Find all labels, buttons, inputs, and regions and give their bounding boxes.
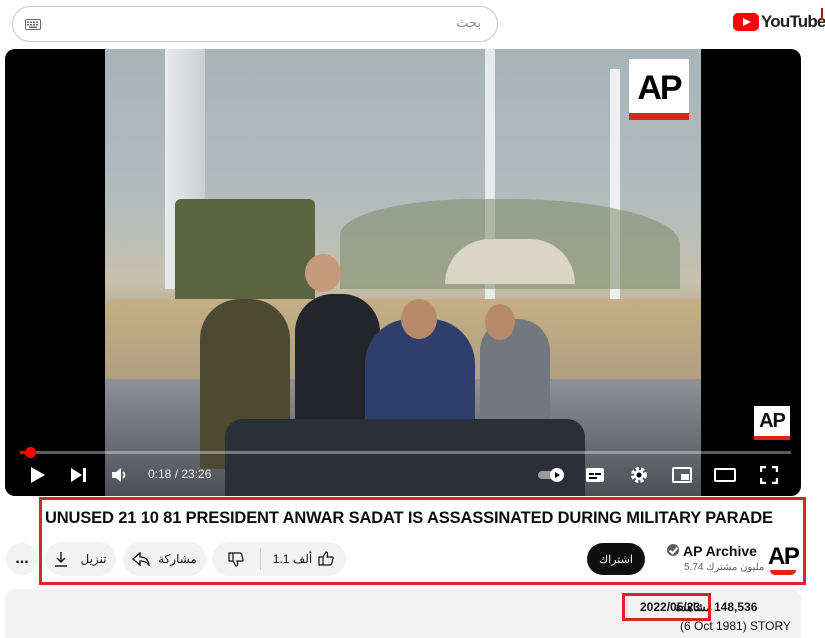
miniplayer-button[interactable] <box>670 463 694 487</box>
settings-button[interactable] <box>627 463 651 487</box>
ap-watermark-bar <box>629 113 689 120</box>
search-placeholder: بحث <box>456 16 481 31</box>
subscribe-button[interactable]: اشتراك <box>587 543 645 575</box>
skip-next-icon <box>71 468 86 482</box>
play-button[interactable] <box>27 463 49 487</box>
ap-watermark: AP <box>629 59 689 117</box>
theater-mode-button[interactable] <box>713 463 737 487</box>
subscriber-count: 5.74 مليون مشترك <box>684 562 765 573</box>
channel-avatar-text: AP <box>768 543 800 570</box>
miniplayer-icon <box>672 467 692 483</box>
keyboard-icon[interactable] <box>25 19 41 30</box>
channel-avatar-swoosh <box>770 570 796 575</box>
thumbs-down-icon <box>228 552 244 567</box>
ap-branding-bar <box>754 436 790 440</box>
video-player[interactable]: AP AP 0:18 / 23:26 <box>5 49 801 496</box>
scene-vehicle <box>175 199 315 309</box>
subtitles-button[interactable] <box>583 463 607 487</box>
like-dislike-group: 1.1 ألف <box>212 542 346 576</box>
more-actions-button[interactable]: ... <box>6 543 38 575</box>
download-button[interactable]: تنزيل <box>45 542 116 576</box>
search-input[interactable]: بحث <box>12 6 498 42</box>
fullscreen-button[interactable] <box>757 463 781 487</box>
share-button[interactable]: مشاركة <box>123 542 206 576</box>
channel-name[interactable]: AP Archive <box>683 543 757 559</box>
download-icon <box>55 552 68 567</box>
date-highlight-box <box>622 593 711 621</box>
scene-car <box>225 419 585 496</box>
subtitles-icon <box>586 468 604 482</box>
edge-marker <box>821 8 823 20</box>
video-frame[interactable] <box>105 49 701 496</box>
time-display: 0:18 / 23:26 <box>148 467 212 481</box>
more-icon: ... <box>15 550 29 567</box>
channel-avatar[interactable]: AP <box>766 543 800 577</box>
autoplay-toggle-icon <box>538 468 564 482</box>
next-button[interactable] <box>68 463 90 487</box>
play-icon <box>31 467 45 483</box>
description-first-line: (6 Oct 1981) STORY <box>680 619 791 633</box>
ap-branding-button[interactable]: AP <box>754 406 790 436</box>
youtube-play-icon <box>733 13 759 31</box>
autoplay-toggle[interactable] <box>535 463 569 487</box>
download-label: تنزيل <box>80 552 107 566</box>
progress-bar[interactable] <box>20 447 791 458</box>
theater-icon <box>714 468 736 482</box>
scene-head <box>305 254 341 292</box>
scene-head <box>401 299 437 339</box>
like-button[interactable]: 1.1 ألف <box>261 551 346 567</box>
fullscreen-icon <box>760 466 778 484</box>
scene-head <box>485 304 515 340</box>
like-count: 1.1 ألف <box>272 552 313 566</box>
video-title: UNUSED 21 10 81 PRESIDENT ANWAR SADAT IS… <box>45 509 773 527</box>
progress-scrubber[interactable] <box>25 447 37 458</box>
view-count: 148,536 <box>714 600 758 614</box>
thumbs-up-icon <box>318 551 334 566</box>
gear-icon <box>631 467 647 483</box>
verified-check-icon <box>667 544 679 556</box>
youtube-logo[interactable]: YouTube <box>733 12 825 32</box>
youtube-logo-text: YouTube <box>761 12 825 31</box>
dislike-button[interactable] <box>212 542 260 576</box>
share-icon <box>132 552 150 566</box>
mute-button[interactable] <box>109 463 131 487</box>
share-label: مشاركة <box>158 552 197 566</box>
volume-icon <box>112 468 126 482</box>
